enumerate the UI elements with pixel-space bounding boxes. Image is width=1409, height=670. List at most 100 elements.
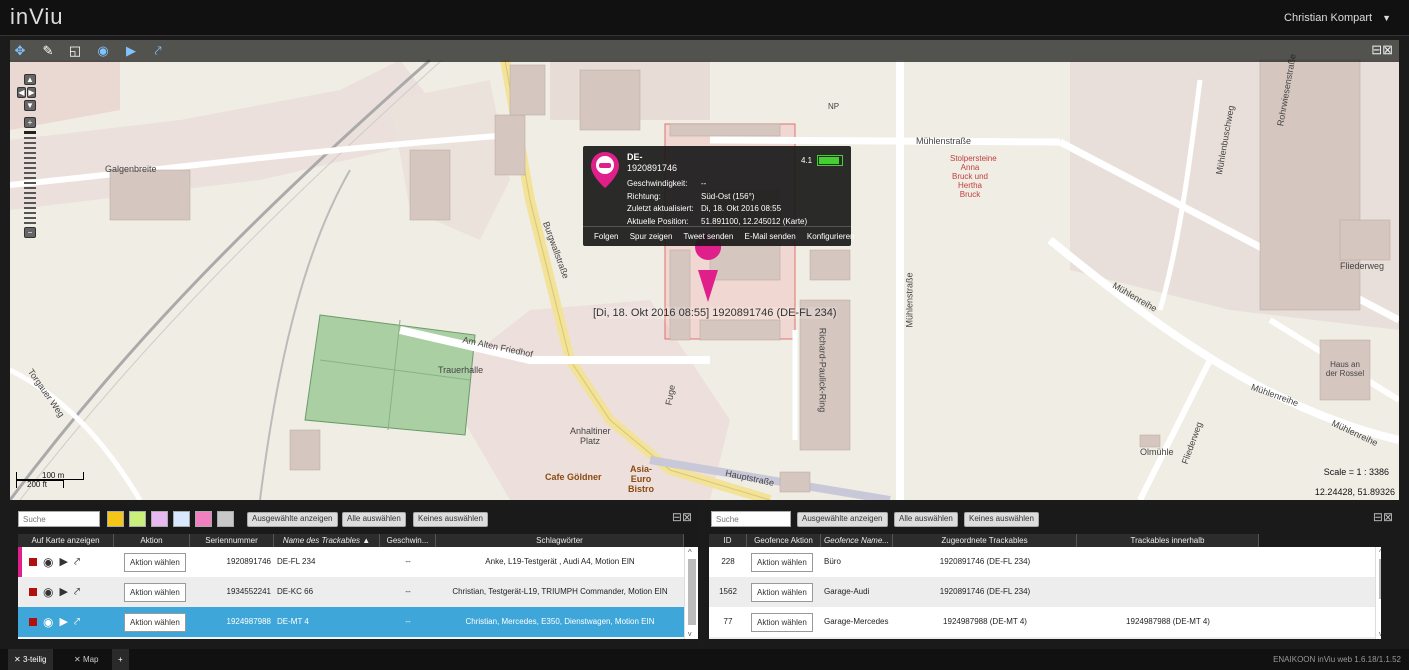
- close-icon[interactable]: ✕: [14, 655, 21, 664]
- speed-cell: --: [405, 617, 411, 626]
- maximize-icon[interactable]: ⊟⊠: [1371, 42, 1393, 58]
- geofences-panel: Ausgewählte anzeigen Alle auswählen Kein…: [705, 504, 1399, 647]
- select-none-button[interactable]: Keines auswählen: [413, 512, 488, 527]
- eye-icon[interactable]: ◉: [95, 43, 111, 59]
- action-select[interactable]: Aktion wählen: [751, 553, 813, 572]
- show-selected-button[interactable]: Ausgewählte anzeigen: [247, 512, 338, 527]
- scrollbar[interactable]: ^ v: [684, 547, 698, 639]
- pan-up-icon[interactable]: ▲: [24, 74, 36, 85]
- col-speed[interactable]: Geschwin...: [380, 534, 436, 547]
- stop-icon[interactable]: [29, 558, 37, 566]
- play-icon[interactable]: ▶: [123, 43, 139, 59]
- table-row[interactable]: 1562 Aktion wählen Garage-Audi 1920891746 (…: [709, 577, 1375, 607]
- geofence-name-cell: Garage-Mercedes: [824, 617, 889, 626]
- maximize-icon[interactable]: ⊟⊠: [672, 510, 692, 524]
- map-view[interactable]: Galgenbreite Burgwallstraße Am Alten Fri…: [10, 40, 1399, 500]
- show-selected-button[interactable]: Ausgewählte anzeigen: [797, 512, 888, 527]
- color-filter-grey[interactable]: [217, 511, 234, 527]
- tags-cell: Christian, Mercedes, E350, Dienstwagen, …: [465, 617, 655, 626]
- action-select[interactable]: Aktion wählen: [751, 583, 813, 602]
- eye-icon[interactable]: ◉: [43, 577, 53, 607]
- show-track-action[interactable]: Spur zeigen: [630, 232, 673, 241]
- col-show[interactable]: Auf Karte anzeigen: [18, 534, 114, 547]
- id-cell: 77: [723, 617, 733, 626]
- route-icon[interactable]: ⤤: [74, 577, 80, 607]
- popup-version: 4.1: [801, 156, 813, 165]
- action-select[interactable]: Aktion wählen: [751, 613, 813, 632]
- maximize-icon[interactable]: ⊟⊠: [1373, 510, 1393, 524]
- table-row[interactable]: ◉ ▶ ⤤ Aktion wählen 1924987988 DE-MT 4 -- Chris…: [18, 607, 684, 637]
- stop-icon[interactable]: [29, 618, 37, 626]
- col-assigned[interactable]: Zugeordnete Trackables: [893, 534, 1077, 547]
- search-input[interactable]: [18, 511, 100, 527]
- table-row[interactable]: ◉ ▶ ⤤ Aktion wählen 1934552241 DE-KC 66 -- Chri…: [18, 577, 684, 607]
- select-all-button[interactable]: Alle auswählen: [894, 512, 958, 527]
- col-name[interactable]: Name des Trackables ▲: [274, 534, 380, 547]
- action-select[interactable]: Aktion wählen: [124, 583, 186, 602]
- tab-3-teilig[interactable]: ✕ 3-teilig: [8, 649, 53, 670]
- route-icon[interactable]: ⤤: [150, 43, 166, 59]
- search-input[interactable]: [711, 511, 791, 527]
- col-inside[interactable]: Trackables innerhalb: [1077, 534, 1259, 547]
- geofences-toolbar: Ausgewählte anzeigen Alle auswählen Kein…: [705, 504, 1399, 532]
- color-filter-pink[interactable]: [195, 511, 212, 527]
- move-icon[interactable]: ✥: [12, 43, 28, 59]
- top-bar: inViu Christian Kompart ▼: [0, 0, 1409, 36]
- col-geofence-action[interactable]: Geofence Aktion: [747, 534, 821, 547]
- zoom-out-icon[interactable]: −: [24, 227, 36, 238]
- col-id[interactable]: ID: [709, 534, 747, 547]
- table-row[interactable]: 77 Aktion wählen Garage-Mercedes 1924987988…: [709, 607, 1375, 637]
- action-select[interactable]: Aktion wählen: [124, 613, 186, 632]
- eye-icon[interactable]: ◉: [43, 547, 53, 577]
- zoom-control: ▲ ◀ ▶ ▼ + −: [17, 74, 36, 240]
- configure-action[interactable]: Konfigurieren: [807, 232, 855, 241]
- col-action[interactable]: Aktion: [114, 534, 190, 547]
- select-none-button[interactable]: Keines auswählen: [964, 512, 1039, 527]
- tweet-action[interactable]: Tweet senden: [683, 232, 733, 241]
- map-label: Olmühle: [1140, 447, 1174, 457]
- select-all-button[interactable]: Alle auswählen: [342, 512, 406, 527]
- scrollbar[interactable]: ^ v: [1375, 547, 1381, 639]
- eye-icon[interactable]: ◉: [43, 607, 53, 637]
- email-action[interactable]: E-Mail senden: [745, 232, 796, 241]
- table-row[interactable]: ◉ ▶ ⤤ Aktion wählen 1920891746 DE-FL 234 -- Ank…: [18, 547, 684, 577]
- trackables-toolbar: Ausgewählte anzeigen Alle auswählen Kein…: [10, 504, 698, 532]
- close-icon[interactable]: ✕: [74, 655, 81, 664]
- geofence-name-cell: Garage-Triumph: [821, 637, 893, 639]
- pencil-icon[interactable]: ✎: [40, 43, 56, 59]
- map-label: Trauerhalle: [438, 365, 484, 375]
- play-icon[interactable]: ▶: [59, 547, 67, 577]
- zoom-in-icon[interactable]: +: [24, 117, 36, 128]
- stop-icon[interactable]: [29, 588, 37, 596]
- id-cell: 2005: [709, 637, 747, 639]
- polygon-icon[interactable]: ◱: [67, 43, 83, 59]
- color-filter-blue[interactable]: [173, 511, 190, 527]
- table-row[interactable]: 2005Aktion wählenGarage-Triumph193455224…: [709, 637, 1375, 639]
- table-row[interactable]: 228 Aktion wählen Büro 1920891746 (DE-FL 23…: [709, 547, 1375, 577]
- assigned-cell: 1920891746 (DE-FL 234): [939, 557, 1031, 566]
- col-tags[interactable]: Schlagwörter: [436, 534, 684, 547]
- tab-map[interactable]: ✕ Map: [68, 649, 105, 670]
- pan-left-icon[interactable]: ◀: [17, 87, 26, 98]
- map-link[interactable]: Karte: [785, 217, 804, 226]
- route-icon[interactable]: ⤤: [74, 547, 80, 577]
- play-icon[interactable]: ▶: [59, 607, 67, 637]
- user-name: Christian Kompart: [1284, 12, 1373, 24]
- color-filter-green[interactable]: [129, 511, 146, 527]
- color-filter-violet[interactable]: [151, 511, 168, 527]
- follow-action[interactable]: Folgen: [594, 232, 618, 241]
- geofences-header: ID Geofence Aktion Geofence Name... Zuge…: [709, 534, 1259, 547]
- pan-down-icon[interactable]: ▼: [24, 100, 36, 111]
- pan-right-icon[interactable]: ▶: [27, 87, 36, 98]
- add-tab-button[interactable]: +: [112, 649, 129, 670]
- col-geofence-name[interactable]: Geofence Name...: [821, 534, 893, 547]
- trackables-header: Auf Karte anzeigen Aktion Seriennummer N…: [18, 534, 684, 547]
- route-icon[interactable]: ⤤: [74, 607, 80, 637]
- user-menu[interactable]: Christian Kompart ▼: [1284, 12, 1391, 24]
- map-toolbar: ✥ ✎ ◱ ◉ ▶ ⤤ ⊟⊠: [10, 40, 1399, 62]
- trackable-popup: DE- 1920891746 4.1 Geschwindigkeit: -- Ri…: [583, 146, 855, 246]
- action-select[interactable]: Aktion wählen: [124, 553, 186, 572]
- col-serial[interactable]: Seriennummer: [190, 534, 274, 547]
- color-filter-yellow[interactable]: [107, 511, 124, 527]
- play-icon[interactable]: ▶: [59, 577, 67, 607]
